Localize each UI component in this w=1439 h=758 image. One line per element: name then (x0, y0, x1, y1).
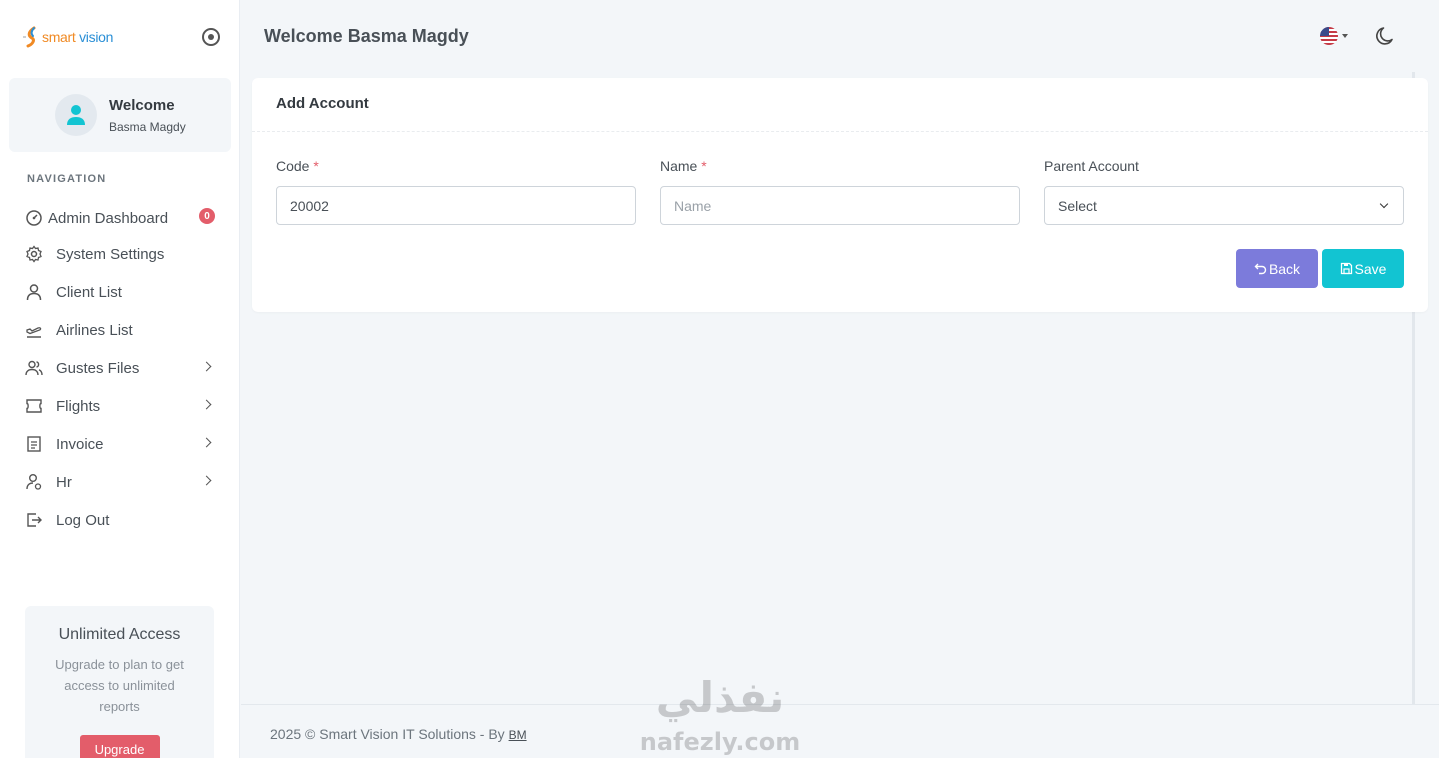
back-button[interactable]: Back (1236, 249, 1318, 288)
sidebar-item-label: Invoice (56, 435, 104, 453)
sidebar-item-label: System Settings (56, 245, 165, 263)
plane-icon (24, 320, 44, 340)
sidebar-item-flights[interactable]: Flights (24, 393, 220, 419)
ticket-icon (24, 396, 44, 416)
user-card: Welcome Basma Magdy (9, 78, 231, 152)
brand-logo[interactable]: smart vision (22, 24, 113, 50)
parent-account-label: Parent Account (1044, 158, 1139, 174)
nafezly-watermark: نفذلي nafezly.com (630, 664, 810, 758)
code-field[interactable] (276, 186, 636, 225)
required-mark: * (701, 158, 707, 174)
parent-account-selected-value: Select (1058, 197, 1097, 214)
sidebar-item-hr[interactable]: Hr (24, 469, 220, 495)
chevron-right-icon (201, 475, 212, 486)
save-button-label: Save (1354, 260, 1387, 277)
gear-icon (24, 244, 44, 264)
topbar: Welcome Basma Magdy (241, 0, 1439, 72)
parent-account-form-group: Parent Account Select (1044, 158, 1404, 225)
watermark-arabic: نفذلي (656, 673, 785, 723)
sidebar-item-client-list[interactable]: Client List (24, 279, 220, 305)
footer: 2025 © Smart Vision IT Solutions - By BM (241, 704, 1439, 758)
save-button[interactable]: Save (1322, 249, 1404, 288)
caret-down-icon (1342, 34, 1348, 38)
card-title: Add Account (276, 95, 369, 112)
gauge-icon (24, 208, 44, 228)
user-name: Basma Magdy (109, 120, 186, 134)
document-icon (24, 434, 44, 454)
logout-icon (24, 510, 44, 530)
page-greeting: Welcome Basma Magdy (264, 26, 469, 46)
code-form-group: Code * (276, 158, 636, 225)
parent-account-select[interactable]: Select (1044, 186, 1404, 225)
add-account-card: Add Account Code * Name * Parent Account… (252, 78, 1428, 312)
card-header: Add Account (252, 78, 1428, 132)
undo-icon (1254, 262, 1267, 275)
sidebar-item-label: Hr (56, 473, 72, 491)
name-field[interactable] (660, 186, 1020, 225)
user-icon (24, 282, 44, 302)
watermark-latin: nafezly.com (640, 728, 800, 756)
users-icon (24, 358, 44, 378)
upgrade-button[interactable]: Upgrade (79, 735, 160, 758)
sidebar-item-invoice[interactable]: Invoice (24, 431, 220, 457)
sidebar-item-label: Airlines List (56, 321, 133, 339)
upgrade-promo-card: Unlimited Access Upgrade to plan to get … (25, 606, 214, 758)
avatar (55, 94, 97, 136)
back-button-label: Back (1268, 260, 1301, 277)
sidebar-item-log-out[interactable]: Log Out (24, 507, 220, 533)
smart-vision-logo-icon (23, 26, 36, 48)
user-gear-icon (24, 472, 44, 492)
chevron-down-icon (1379, 199, 1389, 209)
sidebar-item-gustes-files[interactable]: Gustes Files (24, 355, 220, 381)
footer-copyright: 2025 © Smart Vision IT Solutions - By BM (270, 726, 527, 742)
sidebar-item-label: Log Out (56, 511, 110, 529)
sidebar-item-admin-dashboard[interactable]: Admin Dashboard (24, 205, 220, 231)
moon-icon[interactable] (1375, 25, 1397, 47)
footer-author-link[interactable]: BM (509, 728, 527, 742)
sidebar-item-label: Admin Dashboard (48, 209, 169, 227)
sidebar-item-airlines-list[interactable]: Airlines List (24, 317, 220, 343)
nafezly-watermark-logo: نفذلي nafezly.com (640, 673, 800, 756)
notification-badge: 0 (199, 208, 215, 224)
brand-text: smart vision (42, 29, 114, 45)
chevron-right-icon (201, 437, 212, 448)
user-avatar-icon (67, 105, 85, 125)
user-welcome-label: Welcome (109, 97, 175, 114)
promo-title: Unlimited Access (58, 626, 181, 643)
chevron-right-icon (201, 399, 212, 410)
sidebar-item-label: Gustes Files (56, 359, 140, 377)
us-flag-icon (1320, 27, 1338, 45)
floppy-disk-icon (1340, 262, 1353, 275)
sidebar-item-system-settings[interactable]: System Settings (24, 241, 220, 267)
name-label: Name * (660, 158, 707, 174)
sidebar-item-label: Client List (56, 283, 122, 301)
code-label: Code * (276, 158, 319, 174)
language-selector[interactable] (1320, 27, 1348, 45)
required-mark: * (313, 158, 319, 174)
sidebar-toggle-icon[interactable] (202, 28, 220, 46)
sidebar: smart vision Welcome Basma Magdy NAVIGAT… (0, 0, 240, 758)
nav-caption: NAVIGATION (27, 173, 107, 185)
chevron-right-icon (201, 361, 212, 372)
sidebar-item-label: Flights (56, 397, 101, 415)
promo-text: Upgrade to plan to get access to unlimit… (55, 657, 184, 714)
name-form-group: Name * (660, 158, 1020, 225)
